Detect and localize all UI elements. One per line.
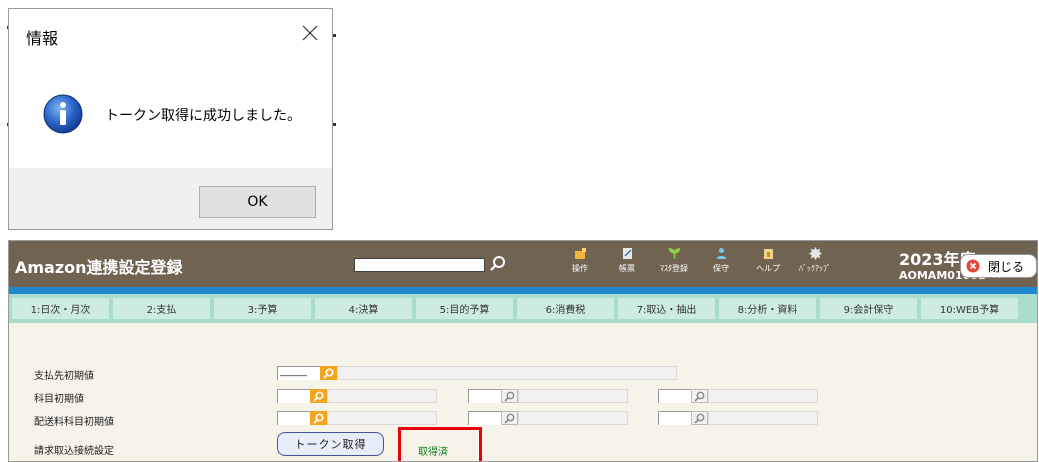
app-header: Amazon連携設定登録 操作 帳票 ﾏｽﾀ登録 保守 ヘルプ ﾊﾞｯｸｱｯﾌﾟ… — [9, 241, 1037, 287]
payee-label: 支払先初期値 — [34, 371, 94, 382]
menu-tab-bar: 1:日次・月次 2:支払 3:予算 4:決算 5:目的予算 6:消費税 7:取込… — [9, 294, 1037, 323]
search-icon[interactable] — [489, 255, 507, 273]
subject-name-display-1 — [327, 389, 437, 403]
dialog-titlebar: 情報 — [9, 9, 332, 65]
subject-search-button-1[interactable] — [310, 389, 327, 403]
person-icon — [716, 248, 726, 259]
shipping-search-button-2[interactable] — [501, 411, 518, 425]
search-icon — [313, 412, 324, 424]
shipping-search-button-1[interactable] — [310, 411, 327, 425]
subject-label: 科目初期値 — [34, 394, 84, 405]
shipping-code-input-2[interactable] — [468, 411, 501, 425]
toolbar-master-button[interactable]: ﾏｽﾀ登録 — [651, 247, 697, 274]
shipping-name-display-2 — [518, 411, 628, 425]
toolbar-label: 操作 — [572, 264, 588, 273]
toolbar-label: ﾏｽﾀ登録 — [660, 264, 688, 273]
get-token-button[interactable]: トークン取得 — [277, 432, 384, 456]
search-input[interactable] — [354, 258, 485, 272]
shipping-code-input-3[interactable] — [658, 411, 691, 425]
subject-name-display-3 — [708, 389, 818, 403]
subject-code-input-3[interactable] — [658, 389, 691, 403]
info-dialog: 情報 トークン取得に成功しました。 OK — [8, 8, 333, 230]
edge-mark — [333, 123, 336, 126]
subject-search-button-2[interactable] — [501, 389, 518, 403]
payee-name-display — [337, 366, 677, 380]
toolbar-label: ヘルプ — [756, 264, 780, 273]
tab-accounting-maintenance[interactable]: 9:会計保守 — [820, 298, 917, 319]
payee-code-input[interactable]: ______ — [277, 366, 320, 380]
toolbar-backup-button[interactable]: ﾊﾞｯｸｱｯﾌﾟ — [792, 247, 838, 274]
search-icon — [504, 413, 515, 424]
search-icon — [694, 413, 705, 424]
subject-name-display-2 — [518, 389, 628, 403]
close-button[interactable]: 閉じる — [960, 254, 1037, 278]
sprout-icon — [668, 248, 680, 259]
subject-code-input-2[interactable] — [468, 389, 501, 403]
gear-icon — [809, 247, 821, 260]
tab-daily-monthly[interactable]: 1:日次・月次 — [12, 298, 109, 319]
toolbar-help-button[interactable]: ヘルプ — [745, 247, 791, 274]
search-icon — [504, 391, 515, 402]
header-accent-band — [9, 287, 1037, 294]
tab-budget[interactable]: 3:予算 — [214, 298, 311, 319]
search-icon — [323, 367, 334, 379]
subject-code-input-1[interactable] — [277, 389, 310, 403]
toolbar-label: 保守 — [713, 264, 729, 273]
close-circle-icon — [966, 259, 980, 273]
token-status: 取得済 — [398, 427, 482, 461]
shipping-code-input-1[interactable] — [277, 411, 310, 425]
tab-settlement[interactable]: 4:決算 — [315, 298, 412, 319]
billing-connection-label: 請求取込接続設定 — [34, 446, 114, 457]
close-label: 閉じる — [988, 259, 1025, 274]
toolbar-maintenance-button[interactable]: 保守 — [698, 247, 744, 274]
shipping-search-button-3[interactable] — [691, 411, 708, 425]
search-icon — [313, 390, 324, 402]
subject-search-button-3[interactable] — [691, 389, 708, 403]
tab-analysis[interactable]: 8:分析・資料 — [719, 298, 816, 319]
tab-import-extract[interactable]: 7:取込・抽出 — [618, 298, 715, 319]
operation-icon — [574, 248, 586, 259]
dialog-body: トークン取得に成功しました。 — [9, 65, 332, 168]
tab-payment[interactable]: 2:支払 — [113, 298, 210, 319]
dialog-title: 情報 — [26, 29, 59, 48]
toolbar-report-button[interactable]: 帳票 — [604, 247, 650, 274]
toolbar-label: 帳票 — [619, 264, 635, 273]
shipping-subject-label: 配送料科目初期値 — [34, 417, 114, 428]
search-icon — [694, 391, 705, 402]
info-icon — [43, 94, 83, 134]
shipping-name-display-1 — [327, 411, 437, 425]
tab-web-budget[interactable]: 10:WEB予算 — [921, 298, 1018, 319]
book-icon — [763, 249, 773, 259]
app-window: Amazon連携設定登録 操作 帳票 ﾏｽﾀ登録 保守 ヘルプ ﾊﾞｯｸｱｯﾌﾟ… — [8, 240, 1038, 462]
token-status-text: 取得済 — [418, 447, 448, 458]
page-title: Amazon連携設定登録 — [15, 258, 183, 277]
report-icon — [622, 248, 632, 259]
edge-mark — [333, 34, 336, 37]
tab-consumption-tax[interactable]: 6:消費税 — [517, 298, 614, 319]
payee-search-button[interactable] — [320, 366, 337, 380]
toolbar-label: ﾊﾞｯｸｱｯﾌﾟ — [799, 264, 831, 273]
toolbar-operation-button[interactable]: 操作 — [557, 247, 603, 274]
dialog-message: トークン取得に成功しました。 — [105, 108, 301, 124]
tab-purpose-budget[interactable]: 5:目的予算 — [416, 298, 513, 319]
ok-button[interactable]: OK — [199, 186, 316, 218]
close-icon[interactable] — [298, 21, 322, 45]
shipping-name-display-3 — [708, 411, 818, 425]
